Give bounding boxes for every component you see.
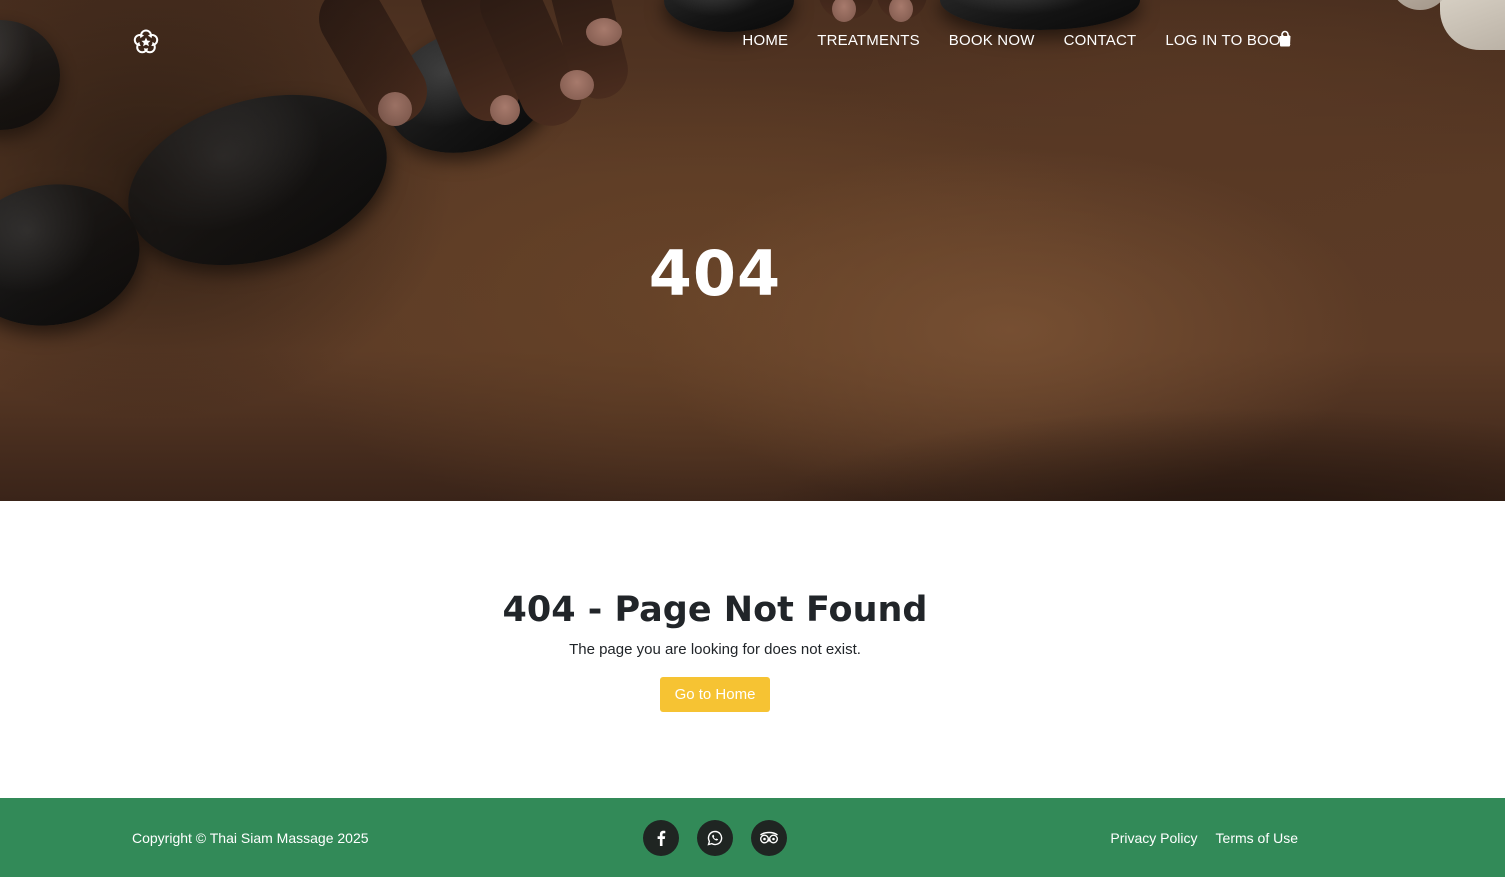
terms-of-use-link[interactable]: Terms of Use [1216, 828, 1298, 848]
nav-book-now-link[interactable]: BOOK NOW [949, 31, 1035, 51]
copyright-text: Copyright © Thai Siam Massage 2025 [132, 830, 369, 846]
page-description: The page you are looking for does not ex… [569, 641, 861, 658]
flower-icon[interactable] [132, 28, 160, 56]
whatsapp-link[interactable] [697, 820, 733, 856]
page-title: 404 - Page Not Found [502, 590, 928, 630]
tripadvisor-link[interactable] [751, 820, 787, 856]
go-to-home-button[interactable]: Go to Home [660, 677, 770, 712]
footer-links: Privacy Policy Terms of Use [1110, 828, 1298, 848]
nav-login-to-book-link[interactable]: LOG IN TO BOOK [1165, 31, 1291, 51]
nav-treatments-link[interactable]: TREATMENTS [817, 31, 920, 51]
nav-home-link[interactable]: HOME [742, 31, 788, 51]
whatsapp-icon [707, 830, 723, 846]
facebook-icon [656, 830, 666, 846]
nav-contact-link[interactable]: CONTACT [1064, 31, 1137, 51]
privacy-policy-link[interactable]: Privacy Policy [1110, 828, 1197, 848]
tripadvisor-icon [759, 831, 779, 845]
main-content: 404 - Page Not Found The page you are lo… [0, 501, 1505, 798]
site-footer: Copyright © Thai Siam Massage 2025 Priva… [0, 798, 1505, 877]
site-header: HOME TREATMENTS BOOK NOW CONTACT LOG IN … [0, 0, 1505, 82]
hero-title: 404 [648, 237, 782, 310]
main-navigation: HOME TREATMENTS BOOK NOW CONTACT LOG IN … [742, 31, 1291, 51]
shopping-bag-icon[interactable] [1277, 30, 1293, 48]
facebook-link[interactable] [643, 820, 679, 856]
